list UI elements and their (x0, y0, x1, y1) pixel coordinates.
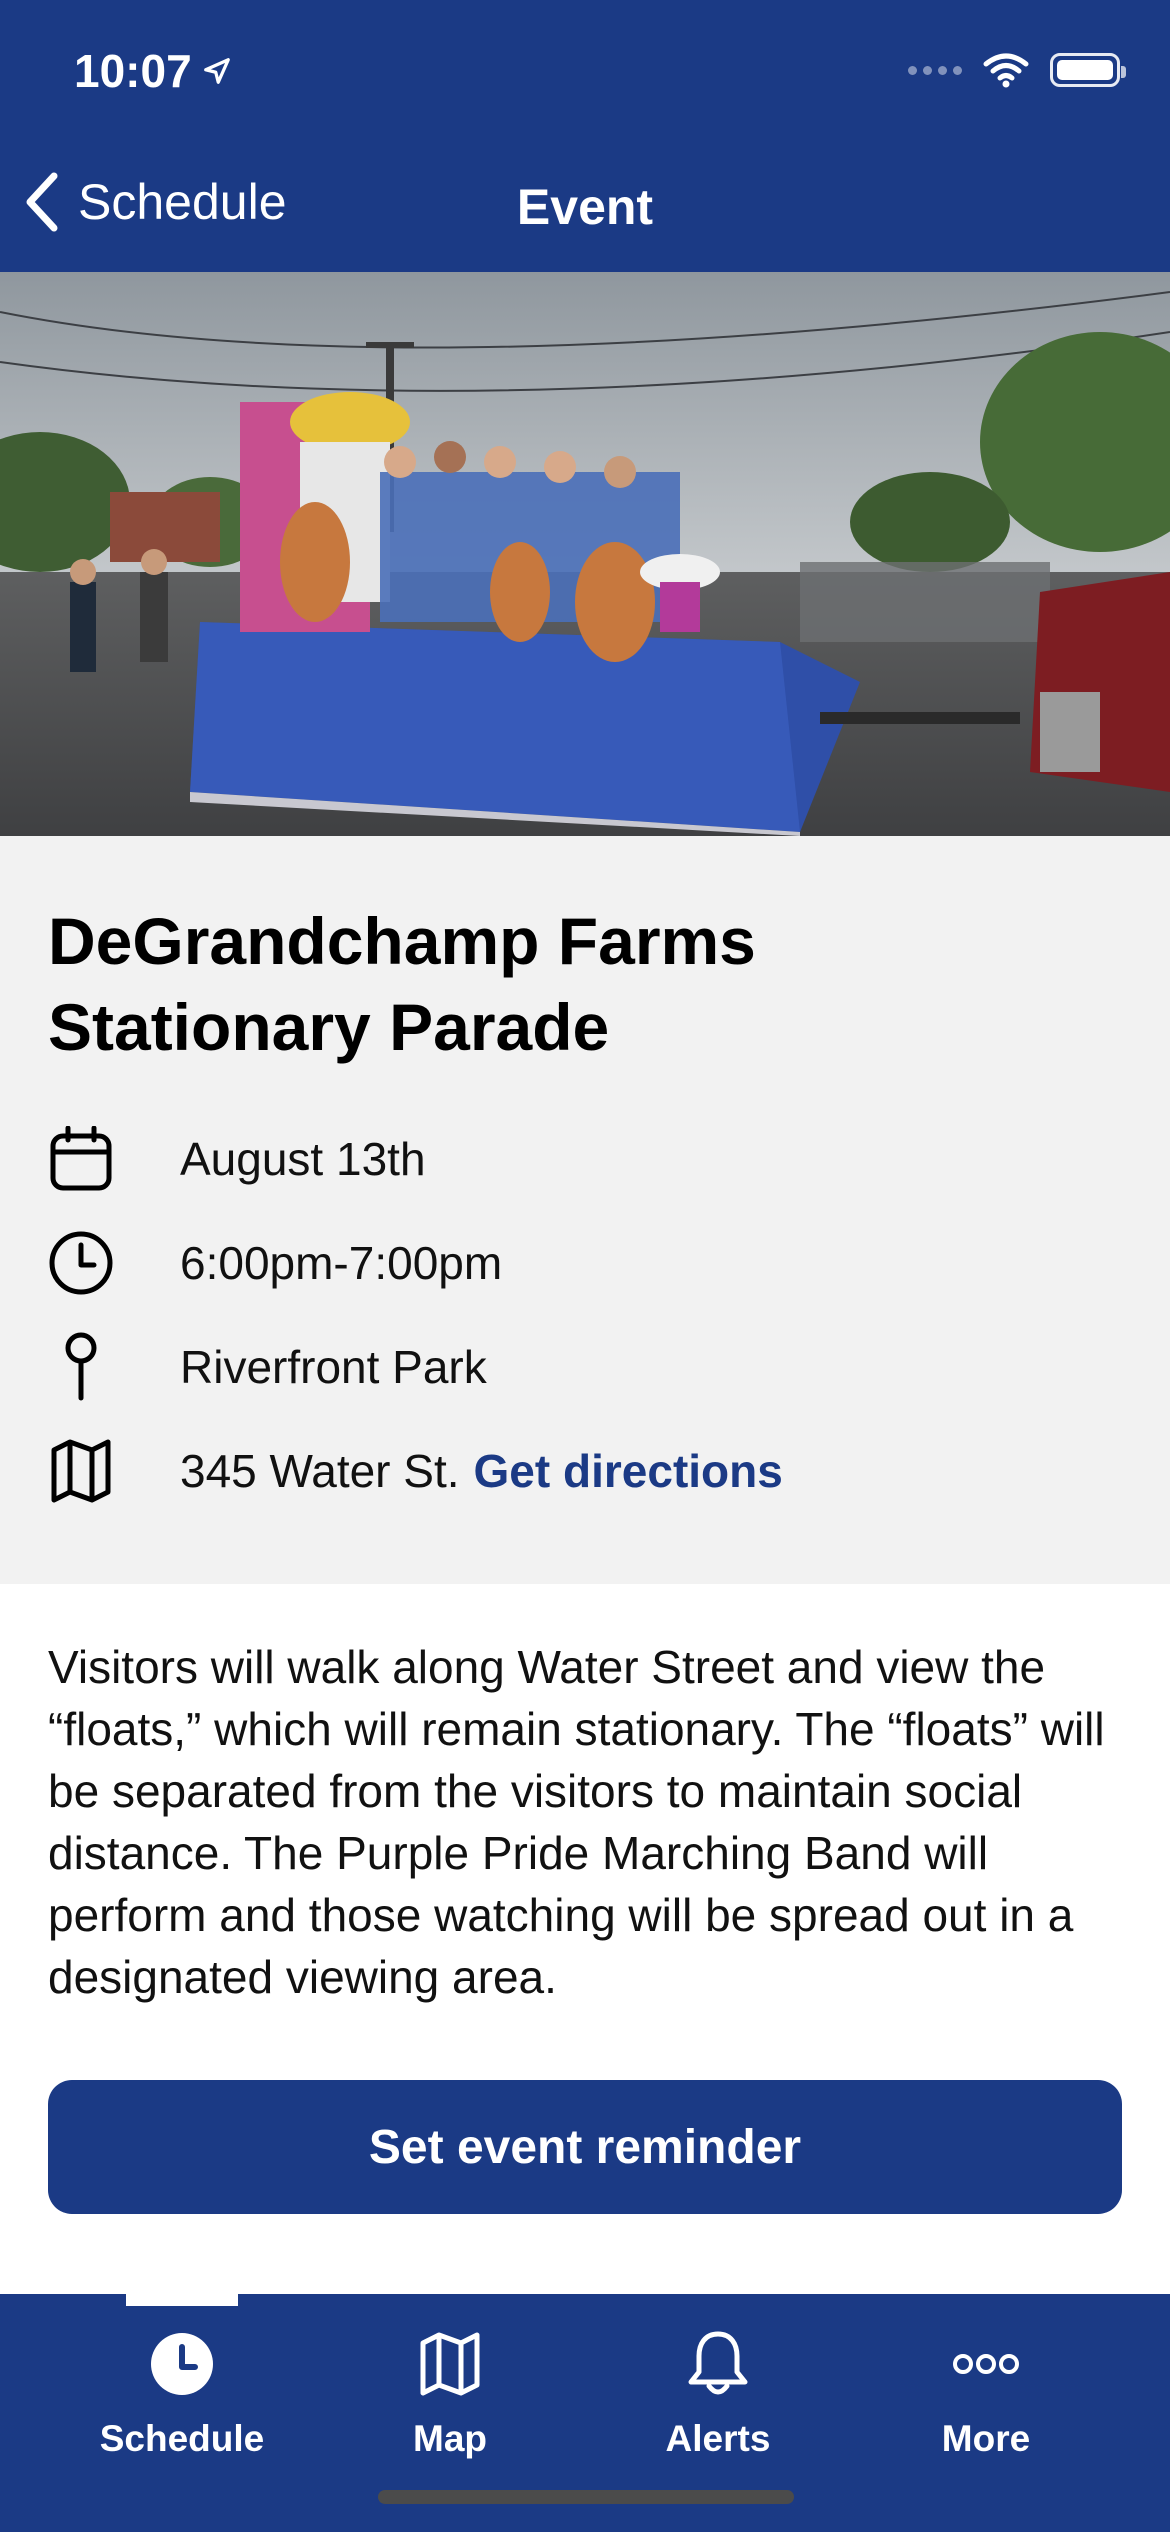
home-indicator[interactable] (378, 2490, 794, 2504)
event-description: Visitors will walk along Water Street an… (48, 1641, 1105, 2003)
address-row: 345 Water St. Get directions (48, 1438, 783, 1504)
location-row: Riverfront Park (48, 1332, 487, 1401)
pin-icon (48, 1332, 114, 1401)
active-tab-indicator (126, 2294, 238, 2306)
tab-label: Alerts (665, 2418, 771, 2459)
bell-icon (688, 2331, 748, 2395)
get-directions-link[interactable]: Get directions (474, 1444, 783, 1498)
map-icon (48, 1438, 114, 1504)
tab-alerts[interactable]: Alerts (583, 2314, 853, 2484)
tab-more[interactable]: More (851, 2314, 1121, 2484)
tab-schedule[interactable]: Schedule (47, 2314, 317, 2484)
clock-icon (151, 2333, 213, 2395)
calendar-icon (48, 1126, 114, 1192)
status-time: 10:07 (74, 44, 232, 98)
event-address: 345 Water St. (180, 1445, 460, 1497)
time-row: 6:00pm-7:00pm (48, 1230, 502, 1296)
set-reminder-button[interactable]: Set event reminder (48, 2080, 1122, 2214)
status-icons (908, 52, 1126, 88)
tab-label: Map (413, 2418, 487, 2459)
more-icon (953, 2354, 1019, 2374)
event-time: 6:00pm-7:00pm (180, 1237, 503, 1289)
event-title: DeGrandchamp Farms Stationary Parade (48, 904, 756, 1064)
battery-icon (1050, 53, 1126, 87)
event-photo (0, 272, 1170, 836)
event-info: DeGrandchamp Farms Stationary Parade Aug… (0, 836, 1170, 1584)
event-date: August 13th (180, 1133, 426, 1185)
wifi-icon (983, 53, 1029, 88)
location-arrow-icon (203, 58, 230, 84)
tab-label: Schedule (99, 2418, 265, 2459)
tab-label: More (941, 2418, 1031, 2459)
header: 10:07 Schedule Event (0, 0, 1170, 272)
page-title: Event (516, 179, 654, 235)
date-row: August 13th (48, 1126, 426, 1192)
clock-icon (48, 1230, 114, 1296)
tab-map[interactable]: Map (315, 2314, 585, 2484)
status-time-text: 10:07 (74, 45, 192, 97)
signal-icon (908, 65, 962, 75)
event-location: Riverfront Park (180, 1341, 487, 1393)
map-icon (420, 2332, 480, 2396)
